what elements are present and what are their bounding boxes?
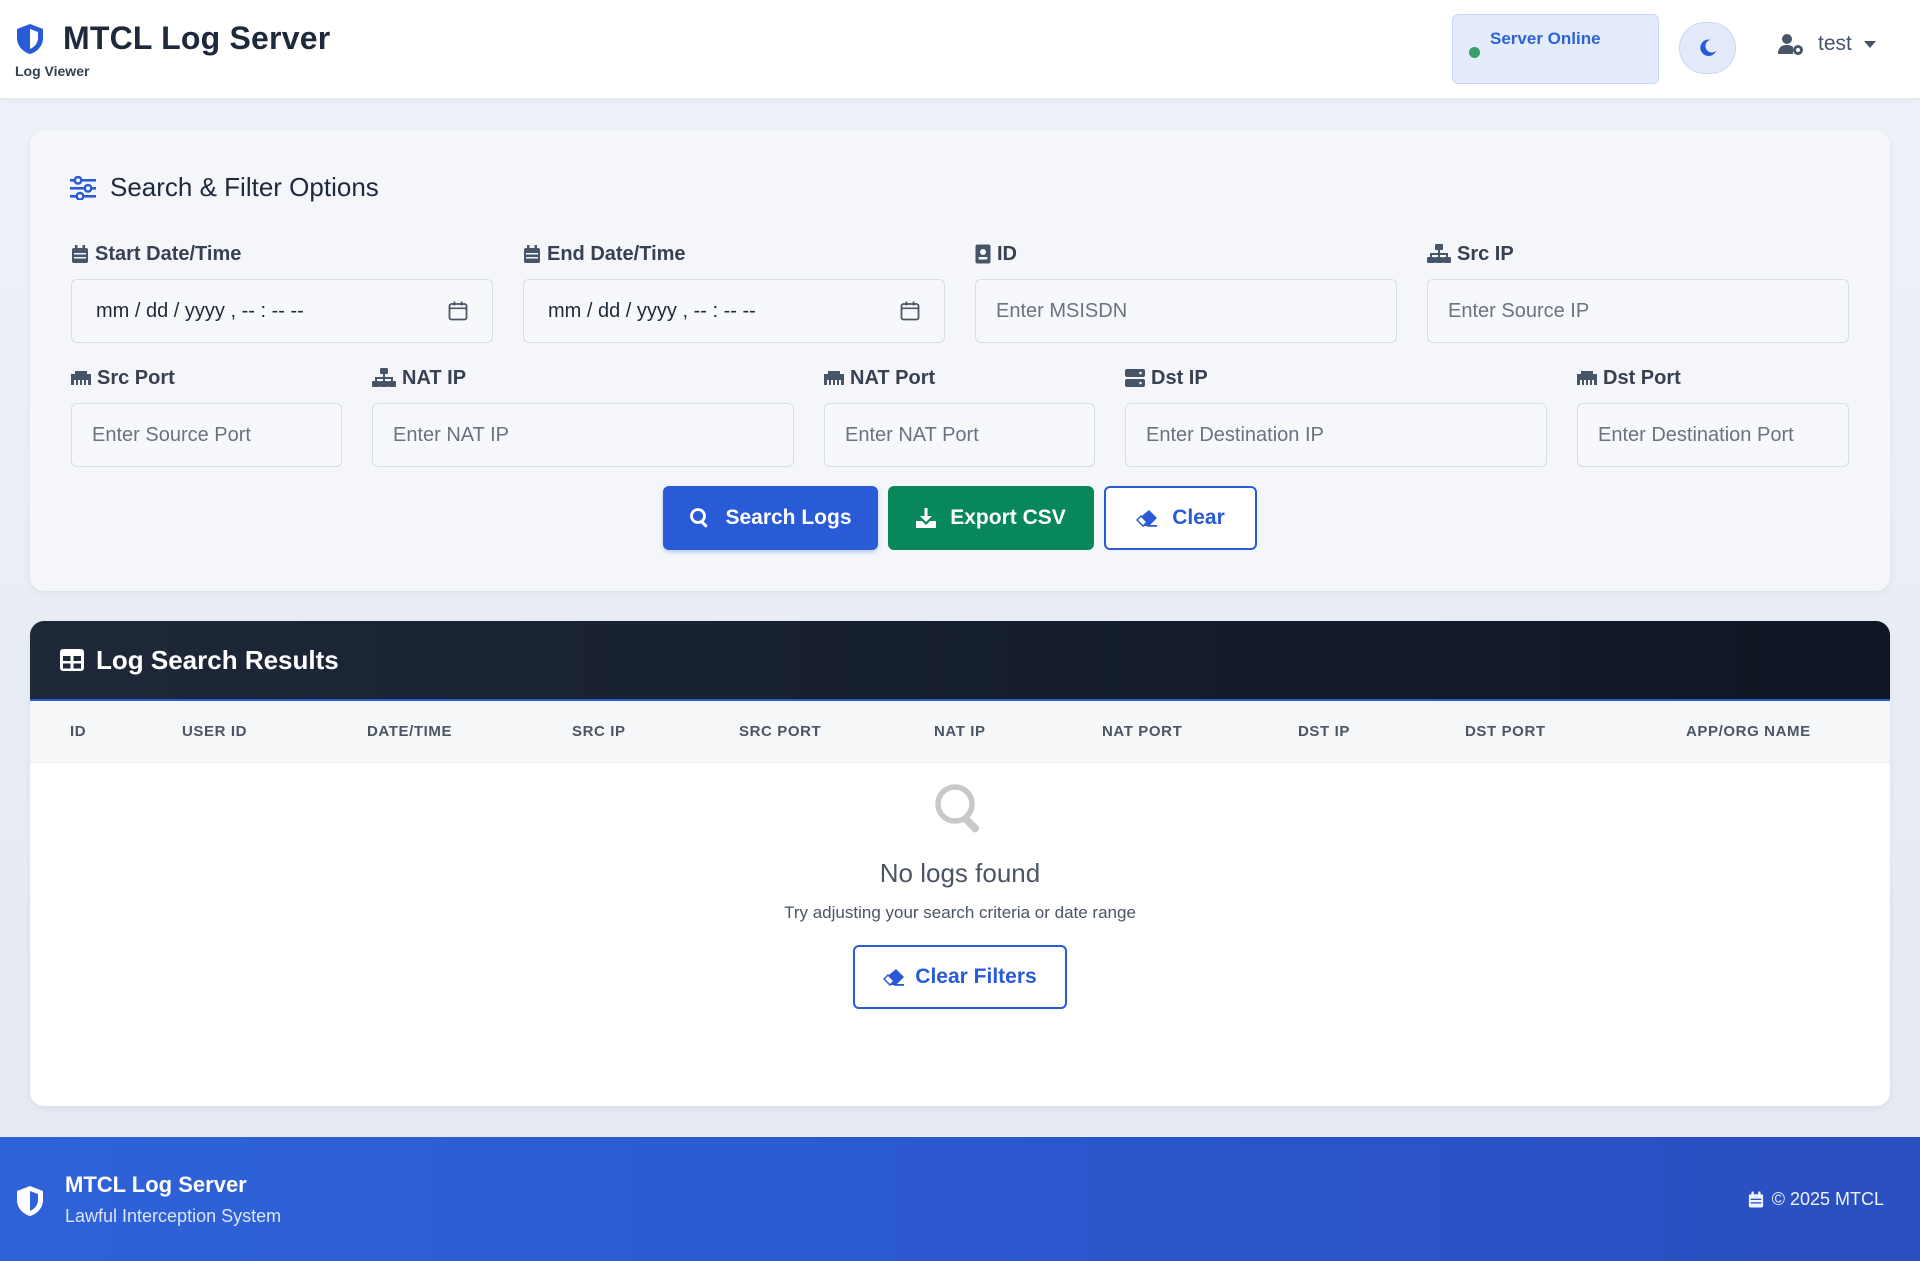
footer-copyright: © 2025 MTCL <box>1748 1189 1884 1210</box>
ethernet-icon <box>71 371 91 385</box>
chevron-down-icon <box>1863 40 1876 48</box>
search-logs-button[interactable]: Search Logs <box>663 486 878 550</box>
table-header-row: ID USER ID DATE/TIME SRC IP SRC PORT NAT… <box>30 701 1890 763</box>
ethernet-icon <box>1577 371 1597 385</box>
nat-port-label: NAT Port <box>850 366 936 389</box>
network-icon <box>1427 244 1451 263</box>
filter-panel: Search & Filter Options Start Date/Time … <box>30 130 1890 591</box>
footer: MTCL Log Server Lawful Interception Syst… <box>0 1137 1920 1261</box>
src-port-input[interactable] <box>71 403 342 467</box>
user-menu[interactable]: test <box>1778 32 1876 56</box>
nat-ip-input[interactable] <box>372 403 794 467</box>
column-header-dst-ip[interactable]: DST IP <box>1298 723 1350 740</box>
nat-ip-label: NAT IP <box>402 366 467 389</box>
sliders-icon <box>70 175 96 200</box>
theme-toggle-button[interactable] <box>1679 22 1736 74</box>
end-date-input[interactable]: mm / dd / yyyy , -- : -- -- <box>523 279 945 343</box>
start-date-value: mm / dd / yyyy , -- : -- -- <box>96 299 304 322</box>
empty-state: No logs found Try adjusting your search … <box>30 781 1890 1009</box>
column-header-app-org-name[interactable]: APP/ORG NAME <box>1686 723 1811 740</box>
clear-filters-label: Clear Filters <box>915 965 1037 988</box>
column-header-src-ip[interactable]: SRC IP <box>572 723 626 740</box>
msisdn-input[interactable] <box>975 279 1397 343</box>
column-header-src-port[interactable]: SRC PORT <box>739 723 821 740</box>
copyright-text: © 2025 MTCL <box>1771 1189 1884 1209</box>
results-panel: Log Search Results ID USER ID DATE/TIME … <box>30 621 1890 1106</box>
calendar-picker-icon[interactable] <box>900 301 920 321</box>
id-field: ID <box>975 242 1397 343</box>
id-label: ID <box>997 242 1017 265</box>
search-icon <box>690 508 708 528</box>
clear-button[interactable]: Clear <box>1104 486 1257 550</box>
search-logs-label: Search Logs <box>725 506 852 529</box>
src-port-field: Src Port <box>71 366 342 467</box>
status-dot <box>1469 47 1480 58</box>
table-icon <box>60 649 84 671</box>
end-date-field: End Date/Time mm / dd / yyyy , -- : -- -… <box>523 242 945 343</box>
moon-icon <box>1699 39 1716 56</box>
user-gear-icon <box>1778 34 1803 55</box>
column-header-dst-port[interactable]: DST PORT <box>1465 723 1546 740</box>
calendar-picker-icon[interactable] <box>448 301 468 321</box>
app-subtitle: Log Viewer <box>15 63 90 79</box>
column-header-date-time[interactable]: DATE/TIME <box>367 723 452 740</box>
src-ip-input[interactable] <box>1427 279 1849 343</box>
footer-title: MTCL Log Server <box>65 1172 247 1197</box>
end-date-label: End Date/Time <box>547 242 686 265</box>
shield-icon <box>17 23 43 54</box>
start-date-label: Start Date/Time <box>95 242 242 265</box>
end-date-value: mm / dd / yyyy , -- : -- -- <box>548 299 756 322</box>
clear-filters-button[interactable]: Clear Filters <box>853 945 1067 1009</box>
calendar-icon <box>72 244 88 263</box>
dst-port-input[interactable] <box>1577 403 1849 467</box>
empty-state-subtitle: Try adjusting your search criteria or da… <box>784 903 1136 922</box>
calendar-icon <box>524 244 540 263</box>
start-date-input[interactable]: mm / dd / yyyy , -- : -- -- <box>71 279 493 343</box>
eraser-icon <box>883 969 905 986</box>
src-ip-label: Src IP <box>1457 242 1514 265</box>
src-port-label: Src Port <box>97 366 175 389</box>
ethernet-icon <box>824 371 844 385</box>
brand[interactable]: MTCL Log Server Log Viewer <box>15 20 330 79</box>
search-icon <box>935 784 980 833</box>
nat-port-field: NAT Port <box>824 366 1095 467</box>
results-title: Log Search Results <box>96 644 339 675</box>
filter-title-text: Search & Filter Options <box>110 172 379 202</box>
column-header-nat-port[interactable]: NAT PORT <box>1102 723 1182 740</box>
server-icon <box>1125 369 1145 387</box>
calendar-icon <box>1748 1191 1763 1208</box>
nat-ip-field: NAT IP <box>372 366 794 467</box>
dst-ip-input[interactable] <box>1125 403 1547 467</box>
status-text: Server Online <box>1490 29 1601 48</box>
eraser-icon <box>1136 510 1158 527</box>
start-date-field: Start Date/Time mm / dd / yyyy , -- : --… <box>71 242 493 343</box>
server-status-badge: Server Online <box>1452 14 1659 84</box>
dst-ip-field: Dst IP <box>1125 366 1547 467</box>
footer-subtitle: Lawful Interception System <box>65 1206 282 1226</box>
network-icon <box>372 368 396 387</box>
nat-port-input[interactable] <box>824 403 1095 467</box>
clear-label: Clear <box>1172 506 1225 529</box>
id-card-icon <box>975 244 991 264</box>
download-icon <box>916 508 937 528</box>
top-navbar: MTCL Log Server Log Viewer Server Online… <box>0 0 1920 99</box>
app-title: MTCL Log Server <box>63 20 331 56</box>
column-header-nat-ip[interactable]: NAT IP <box>934 723 986 740</box>
column-header-user-id[interactable]: USER ID <box>182 723 247 740</box>
filter-panel-title: Search & Filter Options <box>70 172 379 203</box>
username: test <box>1818 32 1852 55</box>
results-header: Log Search Results <box>30 621 1890 701</box>
dst-ip-label: Dst IP <box>1151 366 1208 389</box>
export-csv-button[interactable]: Export CSV <box>888 486 1094 550</box>
src-ip-field: Src IP <box>1427 242 1849 343</box>
empty-state-title: No logs found <box>879 858 1041 888</box>
dst-port-label: Dst Port <box>1603 366 1681 389</box>
column-header-id[interactable]: ID <box>70 723 86 740</box>
dst-port-field: Dst Port <box>1577 366 1849 467</box>
export-csv-label: Export CSV <box>950 506 1066 529</box>
shield-icon <box>17 1186 43 1216</box>
